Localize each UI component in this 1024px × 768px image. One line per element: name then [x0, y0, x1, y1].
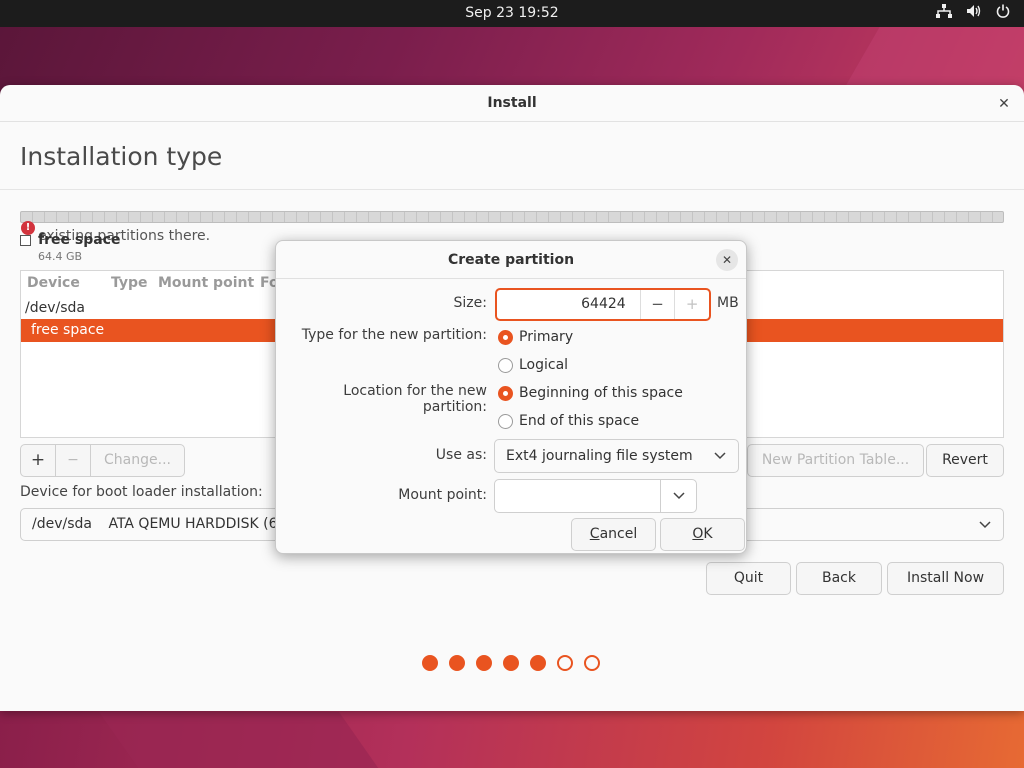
chevron-down-icon — [979, 509, 991, 552]
disk-usage-bar — [20, 211, 1004, 223]
size-input[interactable]: 64424 — [497, 290, 640, 319]
back-button[interactable]: Back — [796, 562, 882, 595]
location-label: Location for the new partition: — [343, 383, 487, 415]
radio-logical[interactable]: Logical — [498, 357, 568, 373]
partition-actions: + − Change... — [20, 444, 185, 477]
new-partition-table-button[interactable]: New Partition Table... — [747, 444, 924, 477]
create-partition-dialog: Create partition ✕ Size: 64424 − + MB Ty… — [275, 240, 747, 554]
boot-loader-device: /dev/sda — [32, 516, 92, 532]
type-label: Type for the new partition: — [301, 327, 487, 343]
progress-dot — [530, 655, 546, 671]
progress-dot — [422, 655, 438, 671]
top-bar: Sep 23 19:52 — [0, 0, 1024, 27]
page-title: Installation type — [20, 142, 223, 171]
size-stepper[interactable]: 64424 − + — [495, 288, 711, 321]
progress-dot — [584, 655, 600, 671]
add-partition-button[interactable]: + — [21, 445, 56, 476]
volume-icon[interactable] — [966, 4, 982, 18]
radio-beginning[interactable]: Beginning of this space — [498, 385, 683, 401]
chevron-down-icon — [714, 440, 726, 484]
close-icon[interactable]: ✕ — [994, 94, 1014, 114]
radio-indicator[interactable] — [498, 413, 513, 429]
boot-loader-description: ATA QEMU HARDDISK (64. — [108, 516, 291, 532]
progress-dot — [557, 655, 573, 671]
close-icon[interactable]: ✕ — [716, 249, 738, 271]
progress-dot — [449, 655, 465, 671]
column-header-device[interactable]: Device — [27, 275, 80, 291]
legend-swatch — [20, 235, 31, 246]
increment-button[interactable]: + — [674, 290, 709, 319]
install-now-button[interactable]: Install Now — [887, 562, 1004, 595]
ok-button[interactable]: OK — [660, 518, 745, 551]
legend-size: 64.4 GB — [38, 250, 83, 263]
revert-button[interactable]: Revert — [926, 444, 1004, 477]
size-label: Size: — [453, 295, 487, 311]
column-header-mount-point[interactable]: Mount point — [158, 275, 254, 291]
progress-dot — [476, 655, 492, 671]
divider — [0, 189, 1024, 190]
mount-point-combo[interactable] — [494, 479, 697, 513]
progress-dot — [503, 655, 519, 671]
quit-button[interactable]: Quit — [706, 562, 791, 595]
legend-label: free space — [38, 232, 121, 248]
remove-partition-button[interactable]: − — [56, 445, 91, 476]
change-partition-button[interactable]: Change... — [91, 445, 184, 476]
radio-end[interactable]: End of this space — [498, 413, 639, 429]
window-title: Install — [0, 85, 1024, 122]
decrement-button[interactable]: − — [639, 290, 675, 319]
wallpaper-shard — [98, 712, 382, 768]
mount-point-input[interactable] — [495, 480, 662, 512]
boot-loader-label: Device for boot loader installation: — [20, 484, 263, 500]
radio-label: Primary — [519, 329, 574, 345]
power-icon[interactable] — [996, 4, 1010, 18]
use-as-label: Use as: — [435, 447, 487, 463]
use-as-select[interactable]: Ext4 journaling file system — [494, 439, 739, 473]
system-tray[interactable] — [936, 4, 1010, 18]
radio-label: End of this space — [519, 413, 640, 429]
cancel-button[interactable]: Cancel — [571, 518, 656, 551]
column-header-type[interactable]: Type — [111, 275, 148, 291]
progress-dots — [422, 655, 600, 671]
size-unit: MB — [717, 295, 739, 311]
dialog-title: Create partition — [276, 241, 746, 279]
radio-indicator[interactable] — [498, 329, 513, 345]
use-as-value: Ext4 journaling file system — [506, 448, 693, 464]
radio-label: Beginning of this space — [519, 385, 683, 401]
chevron-down-icon[interactable] — [661, 480, 696, 512]
radio-label: Logical — [519, 357, 569, 373]
mount-point-label: Mount point: — [398, 487, 487, 503]
clock[interactable]: Sep 23 19:52 — [0, 5, 1024, 21]
radio-primary[interactable]: Primary — [498, 329, 573, 345]
radio-indicator[interactable] — [498, 385, 513, 401]
radio-indicator[interactable] — [498, 357, 513, 373]
network-icon[interactable] — [936, 4, 952, 18]
warning-icon: ! — [21, 221, 35, 235]
